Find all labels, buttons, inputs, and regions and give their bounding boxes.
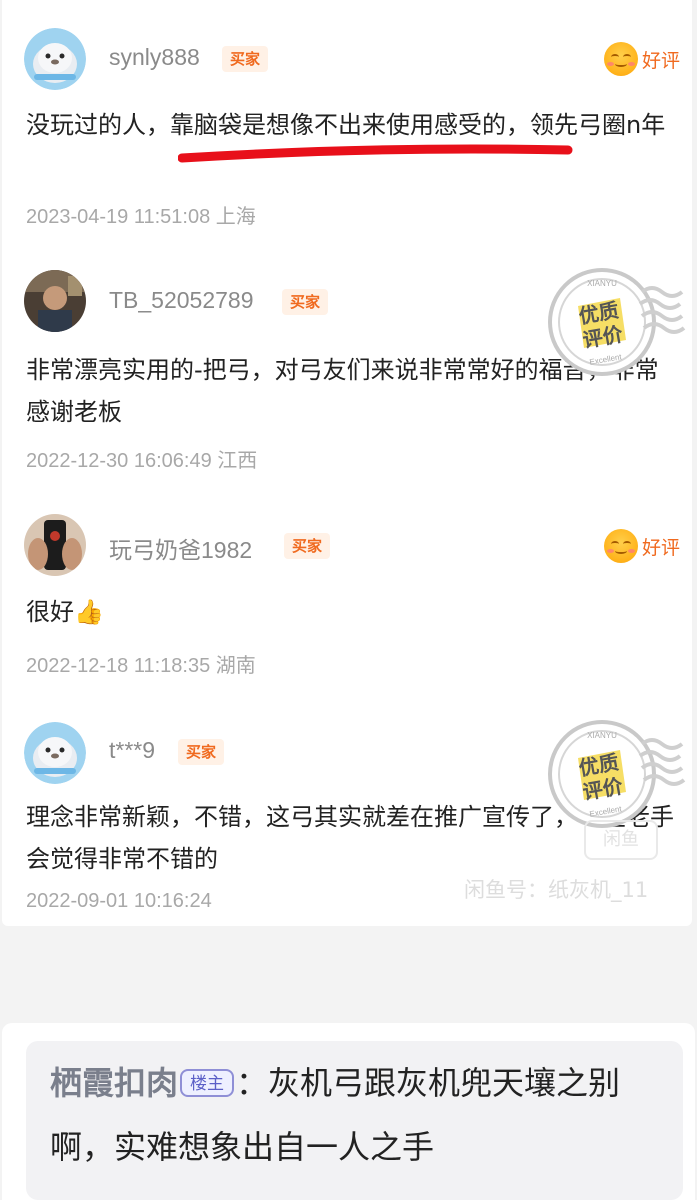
xianyu-watermark-id: 闲鱼号：纸灰机_11 <box>464 878 649 902</box>
reply-author[interactable]: 栖霞扣肉 <box>50 1064 178 1102</box>
avatar[interactable] <box>24 28 86 90</box>
avatar[interactable] <box>24 514 86 576</box>
xianyu-watermark-logo: 闲鱼 <box>584 820 658 860</box>
stamp-top: XIANYU <box>587 279 617 288</box>
quality-review-stamp-icon: XIANYU 优质 评价 Excellent <box>548 268 686 376</box>
reply-bubble[interactable]: 栖霞扣肉 楼主 ：灰机弓跟灰机兜天壤之别啊，实难想象出自一人之手 <box>26 1041 683 1200</box>
smile-icon <box>603 529 638 563</box>
avatar[interactable] <box>24 270 86 332</box>
buyer-badge: 买家 <box>282 289 329 315</box>
buyer-badge: 买家 <box>222 46 269 72</box>
stamp-top: XIANYU <box>587 731 617 740</box>
smile-icon <box>603 42 638 76</box>
username[interactable]: synly888 <box>109 44 200 71</box>
reviews-card: synly888 买家 好评 没玩过的人，靠脑袋是想像不出来使用感受的，领先弓圈… <box>2 0 692 926</box>
owner-tag: 楼主 <box>180 1069 235 1097</box>
good-rating: 好评 <box>603 42 680 76</box>
review-meta: 2022-09-01 10:16:24 <box>26 890 212 912</box>
reply-text-block: 栖霞扣肉 楼主 ：灰机弓跟灰机兜天壤之别啊，实难想象出自一人之手 <box>50 1051 673 1179</box>
rating-label: 好评 <box>641 536 680 559</box>
username[interactable]: t***9 <box>109 737 155 764</box>
review-meta: 2023-04-19 11:51:08 上海 <box>26 206 256 228</box>
review-text: 很好👍 <box>26 598 104 626</box>
reply-card: 栖霞扣肉 楼主 ：灰机弓跟灰机兜天壤之别啊，实难想象出自一人之手 <box>2 1023 695 1200</box>
red-underline-annotation <box>178 144 573 163</box>
review-meta: 2022-12-30 16:06:49 江西 <box>26 450 258 472</box>
avatar[interactable] <box>24 722 86 784</box>
username[interactable]: TB_52052789 <box>109 287 254 314</box>
buyer-badge: 买家 <box>178 739 225 765</box>
good-rating: 好评 <box>603 529 680 563</box>
review-meta: 2022-12-18 11:18:35 湖南 <box>26 655 256 677</box>
username[interactable]: 玩弓奶爸1982 <box>109 531 252 565</box>
rating-label: 好评 <box>641 49 680 72</box>
buyer-badge: 买家 <box>284 533 331 559</box>
quality-review-stamp-icon: XIANYU 优质 评价 Excellent <box>548 720 686 828</box>
review-text: 没玩过的人，靠脑袋是想像不出来使用感受的，领先弓圈n年 <box>26 111 666 139</box>
